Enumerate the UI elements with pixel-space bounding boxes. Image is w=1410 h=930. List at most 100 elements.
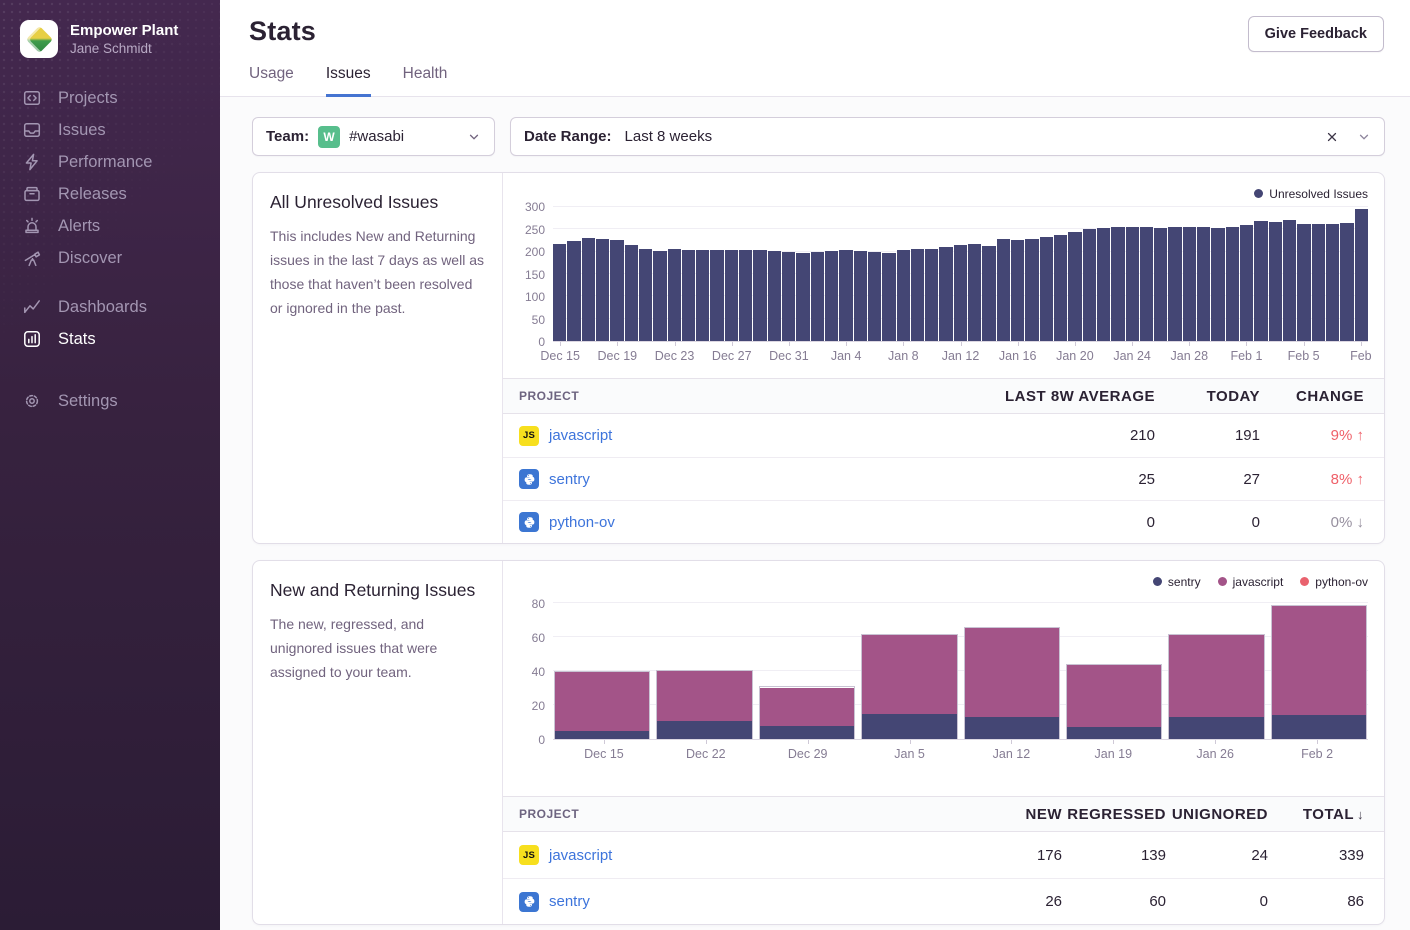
segment-javascript (1067, 665, 1161, 727)
give-feedback-button[interactable]: Give Feedback (1248, 16, 1384, 52)
sidebar-item-settings[interactable]: Settings (0, 385, 220, 417)
page-header: Stats Give Feedback (220, 0, 1410, 52)
bar (710, 250, 723, 341)
bar (1254, 221, 1267, 341)
project-link[interactable]: javascript (549, 847, 612, 864)
sidebar-item-discover[interactable]: Discover (0, 242, 220, 274)
column-header-last-8w-average: LAST 8W AVERAGE (985, 388, 1155, 405)
project-link[interactable]: python-ov (549, 514, 615, 531)
y-axis-tick-label: 0 (538, 335, 545, 349)
main-area: Stats Give Feedback Usage Issues Health Te… (220, 0, 1410, 930)
bar (668, 249, 681, 341)
clear-icon[interactable] (1325, 130, 1339, 144)
sidebar-item-label: Performance (58, 153, 152, 172)
chevron-down-icon[interactable] (467, 130, 481, 144)
discover-icon (22, 248, 42, 268)
tab-health[interactable]: Health (403, 65, 448, 97)
bar (1240, 225, 1253, 341)
project-link[interactable]: javascript (549, 427, 612, 444)
tab-issues[interactable]: Issues (326, 65, 371, 97)
chevron-down-icon[interactable] (1357, 130, 1371, 144)
x-axis-tick (1132, 342, 1133, 346)
change-cell: 0% ↓ (1260, 514, 1364, 531)
legend-item-python-ov[interactable]: python-ov (1300, 575, 1368, 589)
column-header-change: CHANGE (1260, 388, 1364, 405)
column-header-new: NEW (962, 806, 1062, 823)
table-row: sentry2660086 (503, 878, 1384, 924)
x-axis-tick (604, 740, 605, 744)
project-cell: JSjavascript (519, 426, 985, 446)
bar (553, 244, 566, 341)
stacked-bar (554, 671, 650, 739)
team-filter-value: #wasabi (349, 128, 404, 145)
sidebar-item-stats[interactable]: Stats (0, 323, 220, 355)
bar (1097, 228, 1110, 341)
column-header-project: PROJECT (519, 807, 962, 821)
legend-label: python-ov (1315, 575, 1368, 589)
bar (939, 247, 952, 341)
column-header-total[interactable]: TOTAL↓ (1268, 806, 1364, 823)
page-title: Stats (249, 16, 316, 47)
table-row: JSjavascript17613924339 (503, 832, 1384, 878)
x-axis-tick-label: Dec 15 (584, 747, 624, 761)
y-axis-tick-label: 60 (532, 631, 545, 645)
python-platform-icon (519, 512, 539, 532)
value-cell: 339 (1268, 847, 1364, 864)
column-header-project: PROJECT (519, 389, 985, 403)
sidebar-item-issues[interactable]: Issues (0, 114, 220, 146)
x-axis: Dec 15Dec 22Dec 29Jan 5Jan 12Jan 19Jan 2… (553, 740, 1368, 767)
python-platform-icon (519, 892, 539, 912)
segment-sentry (657, 721, 751, 739)
stacked-bar-chart-plot (553, 595, 1368, 740)
new-returning-chart: sentryjavascriptpython-ov 020406080 Dec … (503, 561, 1384, 787)
value-cell: 176 (962, 847, 1062, 864)
panel-description: This includes New and Returning issues i… (270, 224, 484, 320)
project-link[interactable]: sentry (549, 471, 590, 488)
bar (897, 250, 910, 341)
org-switcher[interactable]: Empower Plant Jane Schmidt (0, 0, 220, 58)
sidebar-item-releases[interactable]: Releases (0, 178, 220, 210)
sidebar-item-label: Discover (58, 249, 122, 268)
legend-dot-icon (1218, 577, 1227, 586)
table-row: sentry25278% ↑ (503, 457, 1384, 500)
x-axis-tick (1304, 342, 1305, 346)
sidebar-item-dashboards[interactable]: Dashboards (0, 291, 220, 323)
project-link[interactable]: sentry (549, 893, 590, 910)
bar (625, 245, 638, 341)
date-range-filter[interactable]: Date Range: Last 8 weeks (510, 117, 1385, 156)
bar (1068, 232, 1081, 341)
y-axis-tick-label: 40 (532, 665, 545, 679)
bar (1197, 227, 1210, 341)
sidebar-item-performance[interactable]: Performance (0, 146, 220, 178)
team-filter[interactable]: Team: W #wasabi (252, 117, 495, 156)
segment-javascript (1169, 635, 1263, 717)
panel-new-returning-info: New and Returning Issues The new, regres… (253, 561, 503, 924)
x-axis-tick (560, 342, 561, 346)
legend-dot-icon (1153, 577, 1162, 586)
bar (882, 253, 895, 341)
segment-sentry (965, 717, 1059, 739)
unresolved-table: PROJECTLAST 8W AVERAGETODAYCHANGEJSjavas… (503, 378, 1384, 543)
javascript-platform-icon: JS (519, 845, 539, 865)
content: Team: W #wasabi Date Range: Last 8 weeks (220, 97, 1410, 930)
bar (1183, 227, 1196, 341)
bar (1355, 209, 1368, 341)
column-header-regressed: REGRESSED (1062, 806, 1166, 823)
tab-usage[interactable]: Usage (249, 65, 294, 97)
project-cell: JS javascript (519, 845, 962, 865)
legend-item-sentry[interactable]: sentry (1153, 575, 1201, 589)
project-cell: python-ov (519, 512, 985, 532)
legend-item-unresolved-issues[interactable]: Unresolved Issues (1254, 187, 1368, 201)
sidebar-item-alerts[interactable]: Alerts (0, 210, 220, 242)
x-axis-tick-label: Jan 19 (1095, 747, 1133, 761)
bar (582, 238, 595, 341)
org-logo-icon (26, 26, 53, 53)
sidebar-item-projects[interactable]: Projects (0, 82, 220, 114)
segment-sentry (1169, 717, 1263, 739)
x-axis-tick (706, 740, 707, 744)
panel-unresolved-info: All Unresolved Issues This includes New … (253, 173, 503, 543)
y-axis-tick-label: 250 (525, 223, 545, 237)
legend-item-javascript[interactable]: javascript (1218, 575, 1284, 589)
stacked-bar-slot (656, 595, 752, 739)
x-axis-tick-label: Feb 2 (1301, 747, 1333, 761)
